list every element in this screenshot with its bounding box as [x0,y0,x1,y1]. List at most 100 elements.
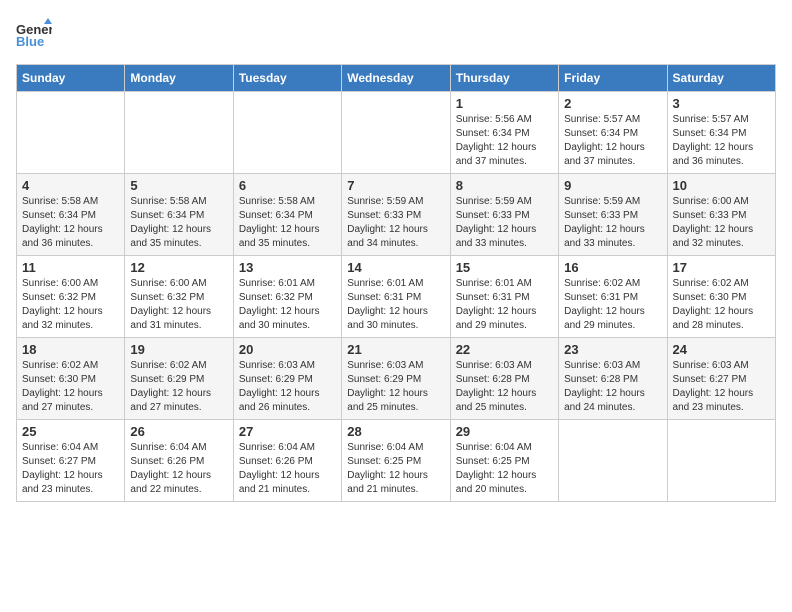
day-cell: 15 Sunrise: 6:01 AM Sunset: 6:31 PM Dayli… [450,256,558,338]
day-info: Sunrise: 5:56 AM Sunset: 6:34 PM Dayligh… [456,113,553,169]
day-number: 25 [22,424,119,439]
day-number: 18 [22,342,119,357]
day-number: 20 [239,342,336,357]
day-cell: 9 Sunrise: 5:59 AM Sunset: 6:33 PM Daylig… [559,174,667,256]
day-info: Sunrise: 6:00 AM Sunset: 6:33 PM Dayligh… [673,195,770,251]
week-row-2: 11 Sunrise: 6:00 AM Sunset: 6:32 PM Dayli… [17,256,776,338]
week-row-3: 18Sunrise: 6:02 AM Sunset: 6:30 PM Dayli… [17,338,776,420]
day-number: 4 [22,178,119,193]
day-number: 14 [347,260,444,275]
day-cell: 20 Sunrise: 6:03 AM Sunset: 6:29 PM Dayli… [233,338,341,420]
day-number: 26 [130,424,227,439]
day-info: Sunrise: 6:00 AM Sunset: 6:32 PM Dayligh… [22,277,119,333]
day-cell: 4 Sunrise: 5:58 AM Sunset: 6:34 PM Daylig… [17,174,125,256]
day-cell: 5 Sunrise: 5:58 AM Sunset: 6:34 PM Daylig… [125,174,233,256]
day-cell: 2 Sunrise: 5:57 AM Sunset: 6:34 PM Daylig… [559,92,667,174]
day-info: Sunrise: 6:03 AM Sunset: 6:29 PM Dayligh… [347,359,444,415]
day-cell: 16 Sunrise: 6:02 AM Sunset: 6:31 PM Dayli… [559,256,667,338]
page-header: General Blue [16,16,776,52]
day-number: 5 [130,178,227,193]
day-cell [125,92,233,174]
day-cell [667,420,775,502]
day-number: 9 [564,178,661,193]
calendar-header: SundayMondayTuesdayWednesdayThursdayFrid… [17,65,776,92]
header-cell-friday: Friday [559,65,667,92]
day-number: 1 [456,96,553,111]
day-number: 12 [130,260,227,275]
week-row-4: 25 Sunrise: 6:04 AM Sunset: 6:27 PM Dayli… [17,420,776,502]
day-info: Sunrise: 6:04 AM Sunset: 6:26 PM Dayligh… [130,441,227,497]
day-cell [17,92,125,174]
day-number: 29 [456,424,553,439]
day-cell: 26 Sunrise: 6:04 AM Sunset: 6:26 PM Dayli… [125,420,233,502]
day-cell: 8 Sunrise: 5:59 AM Sunset: 6:33 PM Daylig… [450,174,558,256]
header-cell-tuesday: Tuesday [233,65,341,92]
day-cell: 10 Sunrise: 6:00 AM Sunset: 6:33 PM Dayli… [667,174,775,256]
day-info: Sunrise: 6:01 AM Sunset: 6:31 PM Dayligh… [347,277,444,333]
day-info: Sunrise: 5:59 AM Sunset: 6:33 PM Dayligh… [456,195,553,251]
day-number: 7 [347,178,444,193]
day-info: Sunrise: 5:58 AM Sunset: 6:34 PM Dayligh… [239,195,336,251]
day-number: 17 [673,260,770,275]
day-number: 15 [456,260,553,275]
day-info: Sunrise: 6:04 AM Sunset: 6:27 PM Dayligh… [22,441,119,497]
day-cell: 17Sunrise: 6:02 AM Sunset: 6:30 PM Dayli… [667,256,775,338]
day-cell: 27Sunrise: 6:04 AM Sunset: 6:26 PM Dayli… [233,420,341,502]
day-info: Sunrise: 5:59 AM Sunset: 6:33 PM Dayligh… [564,195,661,251]
day-cell: 1 Sunrise: 5:56 AM Sunset: 6:34 PM Daylig… [450,92,558,174]
day-cell: 14 Sunrise: 6:01 AM Sunset: 6:31 PM Dayli… [342,256,450,338]
day-cell: 24 Sunrise: 6:03 AM Sunset: 6:27 PM Dayli… [667,338,775,420]
day-cell: 13Sunrise: 6:01 AM Sunset: 6:32 PM Dayli… [233,256,341,338]
calendar-body: 1 Sunrise: 5:56 AM Sunset: 6:34 PM Daylig… [17,92,776,502]
day-cell [559,420,667,502]
day-cell: 29 Sunrise: 6:04 AM Sunset: 6:25 PM Dayli… [450,420,558,502]
day-number: 22 [456,342,553,357]
day-cell: 28 Sunrise: 6:04 AM Sunset: 6:25 PM Dayli… [342,420,450,502]
day-cell: 21Sunrise: 6:03 AM Sunset: 6:29 PM Dayli… [342,338,450,420]
day-info: Sunrise: 6:03 AM Sunset: 6:28 PM Dayligh… [456,359,553,415]
day-number: 27 [239,424,336,439]
day-cell: 12Sunrise: 6:00 AM Sunset: 6:32 PM Dayli… [125,256,233,338]
day-info: Sunrise: 6:04 AM Sunset: 6:25 PM Dayligh… [456,441,553,497]
day-info: Sunrise: 5:59 AM Sunset: 6:33 PM Dayligh… [347,195,444,251]
day-number: 10 [673,178,770,193]
day-cell: 7 Sunrise: 5:59 AM Sunset: 6:33 PM Daylig… [342,174,450,256]
day-info: Sunrise: 6:03 AM Sunset: 6:29 PM Dayligh… [239,359,336,415]
week-row-1: 4 Sunrise: 5:58 AM Sunset: 6:34 PM Daylig… [17,174,776,256]
day-cell: 25 Sunrise: 6:04 AM Sunset: 6:27 PM Dayli… [17,420,125,502]
day-number: 6 [239,178,336,193]
day-cell: 6 Sunrise: 5:58 AM Sunset: 6:34 PM Daylig… [233,174,341,256]
day-info: Sunrise: 6:03 AM Sunset: 6:28 PM Dayligh… [564,359,661,415]
header-cell-thursday: Thursday [450,65,558,92]
week-row-0: 1 Sunrise: 5:56 AM Sunset: 6:34 PM Daylig… [17,92,776,174]
header-cell-wednesday: Wednesday [342,65,450,92]
day-info: Sunrise: 6:03 AM Sunset: 6:27 PM Dayligh… [673,359,770,415]
day-info: Sunrise: 6:01 AM Sunset: 6:32 PM Dayligh… [239,277,336,333]
day-info: Sunrise: 5:58 AM Sunset: 6:34 PM Dayligh… [22,195,119,251]
day-info: Sunrise: 5:57 AM Sunset: 6:34 PM Dayligh… [564,113,661,169]
day-cell: 19Sunrise: 6:02 AM Sunset: 6:29 PM Dayli… [125,338,233,420]
day-number: 2 [564,96,661,111]
day-info: Sunrise: 6:04 AM Sunset: 6:25 PM Dayligh… [347,441,444,497]
calendar-table: SundayMondayTuesdayWednesdayThursdayFrid… [16,64,776,502]
day-cell: 18Sunrise: 6:02 AM Sunset: 6:30 PM Dayli… [17,338,125,420]
day-cell: 3Sunrise: 5:57 AM Sunset: 6:34 PM Daylig… [667,92,775,174]
header-cell-saturday: Saturday [667,65,775,92]
day-number: 28 [347,424,444,439]
logo-icon: General Blue [16,16,52,52]
header-cell-monday: Monday [125,65,233,92]
day-cell [233,92,341,174]
day-number: 16 [564,260,661,275]
day-number: 24 [673,342,770,357]
day-number: 11 [22,260,119,275]
day-number: 19 [130,342,227,357]
day-info: Sunrise: 6:02 AM Sunset: 6:31 PM Dayligh… [564,277,661,333]
day-info: Sunrise: 6:01 AM Sunset: 6:31 PM Dayligh… [456,277,553,333]
day-number: 23 [564,342,661,357]
header-row: SundayMondayTuesdayWednesdayThursdayFrid… [17,65,776,92]
logo: General Blue [16,16,56,52]
day-number: 8 [456,178,553,193]
day-info: Sunrise: 5:58 AM Sunset: 6:34 PM Dayligh… [130,195,227,251]
svg-text:Blue: Blue [16,34,44,49]
day-cell: 23 Sunrise: 6:03 AM Sunset: 6:28 PM Dayli… [559,338,667,420]
